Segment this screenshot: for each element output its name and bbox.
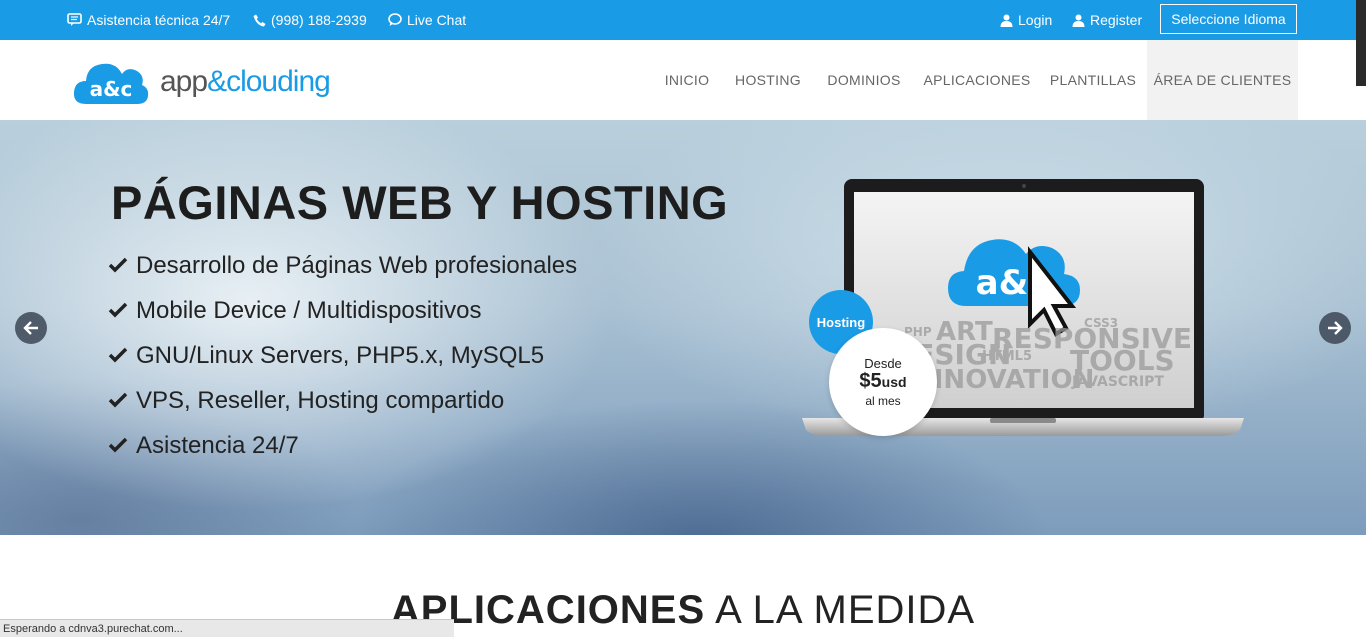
feature-item: Mobile Device / Multidispositivos xyxy=(108,293,481,329)
logo-mark-text: a&c xyxy=(90,77,133,101)
nav-inicio[interactable]: INICIO xyxy=(652,40,722,120)
price-from: Desde xyxy=(864,356,902,371)
logo-text-clouding: &clouding xyxy=(207,65,331,98)
nav-hosting[interactable]: HOSTING xyxy=(723,40,813,120)
screen-word: INNOVATION xyxy=(912,365,1094,395)
feature-item: GNU/Linux Servers, PHP5.x, MySQL5 xyxy=(108,338,544,374)
browser-status-bar: Esperando a cdnva3.purechat.com... xyxy=(0,619,454,637)
screen-word: HTML5 xyxy=(982,349,1032,364)
slider-next-button[interactable] xyxy=(1319,312,1351,344)
feature-text: VPS, Reseller, Hosting compartido xyxy=(136,387,505,414)
live-chat-text: Live Chat xyxy=(407,12,467,28)
user-icon xyxy=(1000,14,1013,27)
user-icon xyxy=(1072,14,1085,27)
price-period: al mes xyxy=(865,394,901,408)
support-text: Asistencia técnica 24/7 xyxy=(87,12,231,28)
check-icon xyxy=(108,432,128,460)
hero-title: PÁGINAS WEB Y HOSTING xyxy=(111,176,729,229)
cloud-logo-icon: a&c xyxy=(73,63,149,104)
screen-word: JAVASCRIPT xyxy=(1071,374,1164,390)
nav-aplicaciones[interactable]: APLICACIONES xyxy=(915,40,1039,120)
register-text: Register xyxy=(1090,12,1143,28)
price-value: $5usd xyxy=(829,370,937,393)
phone-link[interactable]: (998) 188-2939 xyxy=(253,0,367,40)
login-link[interactable]: Login xyxy=(1000,0,1052,40)
site-logo[interactable]: a&c app&clouding xyxy=(72,52,352,108)
feature-item: VPS, Reseller, Hosting compartido xyxy=(108,383,504,419)
hero-slider: PÁGINAS WEB Y HOSTING Desarrollo de Pági… xyxy=(0,120,1366,535)
feature-text: Asistencia 24/7 xyxy=(136,432,299,459)
feature-text: Mobile Device / Multidispositivos xyxy=(136,297,482,324)
language-select-button[interactable]: Seleccione Idioma xyxy=(1160,4,1297,34)
support-link[interactable]: Asistencia técnica 24/7 xyxy=(67,0,230,40)
screen-word: CSS3 xyxy=(1084,316,1118,330)
feature-item: Asistencia 24/7 xyxy=(108,428,299,464)
logo-text-app: app xyxy=(160,65,208,98)
phone-icon xyxy=(253,14,266,27)
support-chat-icon xyxy=(67,13,82,27)
page-scrollbar[interactable] xyxy=(1356,0,1366,86)
section-title-rest: A LA MEDIDA xyxy=(705,588,976,632)
arrow-left-icon xyxy=(23,321,38,335)
feature-text: GNU/Linux Servers, PHP5.x, MySQL5 xyxy=(136,342,545,369)
check-icon xyxy=(108,387,128,415)
slider-prev-button[interactable] xyxy=(15,312,47,344)
logo-text: app&clouding xyxy=(160,65,331,99)
nav-area-de-clientes[interactable]: ÁREA DE CLIENTES xyxy=(1147,40,1298,120)
nav-plantillas[interactable]: PLANTILLAS xyxy=(1040,40,1146,120)
price-amount: $5 xyxy=(859,370,882,392)
phone-text: (998) 188-2939 xyxy=(271,12,367,28)
price-currency: usd xyxy=(881,374,907,390)
live-chat-link[interactable]: Live Chat xyxy=(388,0,466,40)
feature-item: Desarrollo de Páginas Web profesionales xyxy=(108,248,577,284)
top-bar: Asistencia técnica 24/7 (998) 188-2939 L… xyxy=(0,0,1366,40)
nav-dominios[interactable]: DOMINIOS xyxy=(814,40,914,120)
register-link[interactable]: Register xyxy=(1072,0,1142,40)
arrow-right-icon xyxy=(1328,321,1343,335)
site-header: a&c app&clouding INICIO HOSTING DOMINIOS… xyxy=(0,40,1356,120)
price-badge[interactable]: Desde $5usd al mes xyxy=(829,328,937,436)
chat-bubble-icon xyxy=(388,13,402,27)
check-icon xyxy=(108,297,128,325)
feature-text: Desarrollo de Páginas Web profesionales xyxy=(136,252,578,279)
check-icon xyxy=(108,342,128,370)
check-icon xyxy=(108,252,128,280)
login-text: Login xyxy=(1018,12,1053,28)
